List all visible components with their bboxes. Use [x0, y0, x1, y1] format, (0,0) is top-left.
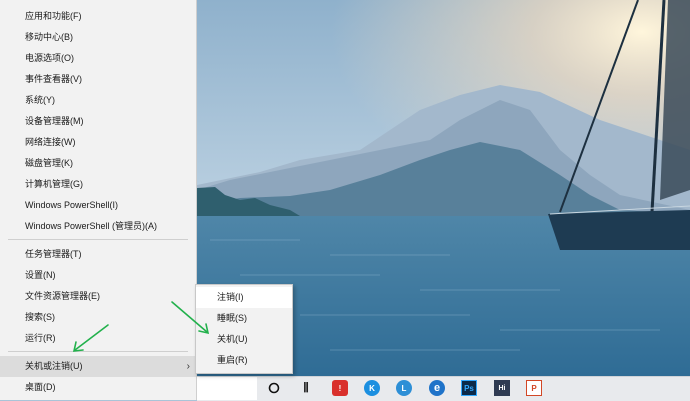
task-view-icon[interactable]: ⫼ [298, 380, 314, 396]
submenu-item-sign-out[interactable]: 注销(I) [196, 287, 292, 308]
menu-item-network-connections[interactable]: 网络连接(W) [0, 132, 196, 153]
app-l-icon[interactable]: L [396, 380, 412, 396]
menu-item-disk-management[interactable]: 磁盘管理(K) [0, 153, 196, 174]
submenu-item-shutdown[interactable]: 关机(U) [196, 329, 292, 350]
winx-context-menu: 应用和功能(F) 移动中心(B) 电源选项(O) 事件查看器(V) 系统(Y) … [0, 0, 197, 400]
menu-item-device-manager[interactable]: 设备管理器(M) [0, 111, 196, 132]
menu-item-mobility-center[interactable]: 移动中心(B) [0, 27, 196, 48]
menu-item-power-options[interactable]: 电源选项(O) [0, 48, 196, 69]
powerpoint-icon[interactable]: P [526, 380, 542, 396]
menu-item-shutdown-signout-label: 关机或注销(U) [25, 361, 83, 371]
edge-icon[interactable]: e [429, 380, 445, 396]
menu-item-search[interactable]: 搜索(S) [0, 307, 196, 328]
menu-item-apps-features[interactable]: 应用和功能(F) [0, 6, 196, 27]
taskbar-search-area[interactable] [197, 377, 257, 400]
menu-item-settings[interactable]: 设置(N) [0, 265, 196, 286]
menu-item-computer-management[interactable]: 计算机管理(G) [0, 174, 196, 195]
menu-item-shutdown-signout[interactable]: 关机或注销(U) › [0, 356, 196, 377]
menu-item-event-viewer[interactable]: 事件查看器(V) [0, 69, 196, 90]
menu-item-file-explorer[interactable]: 文件资源管理器(E) [0, 286, 196, 307]
submenu-item-sleep[interactable]: 睡眠(S) [196, 308, 292, 329]
menu-separator [8, 351, 188, 352]
app-k-icon[interactable]: K [364, 380, 380, 396]
menu-item-desktop[interactable]: 桌面(D) [0, 377, 196, 398]
menu-item-system[interactable]: 系统(Y) [0, 90, 196, 111]
menu-item-powershell[interactable]: Windows PowerShell(I) [0, 195, 196, 216]
menu-separator [8, 239, 188, 240]
menu-item-task-manager[interactable]: 任务管理器(T) [0, 244, 196, 265]
app-red-icon[interactable]: ! [332, 380, 348, 396]
menu-item-run[interactable]: 运行(R) [0, 328, 196, 349]
shutdown-submenu: 注销(I) 睡眠(S) 关机(U) 重启(R) [195, 284, 293, 374]
menu-item-powershell-admin[interactable]: Windows PowerShell (管理员)(A) [0, 216, 196, 237]
submenu-item-restart[interactable]: 重启(R) [196, 350, 292, 371]
cortana-icon[interactable] [266, 380, 282, 396]
photoshop-icon[interactable]: Ps [461, 380, 477, 396]
chevron-right-icon: › [186, 361, 190, 372]
app-dark-icon[interactable]: Hi [494, 380, 510, 396]
